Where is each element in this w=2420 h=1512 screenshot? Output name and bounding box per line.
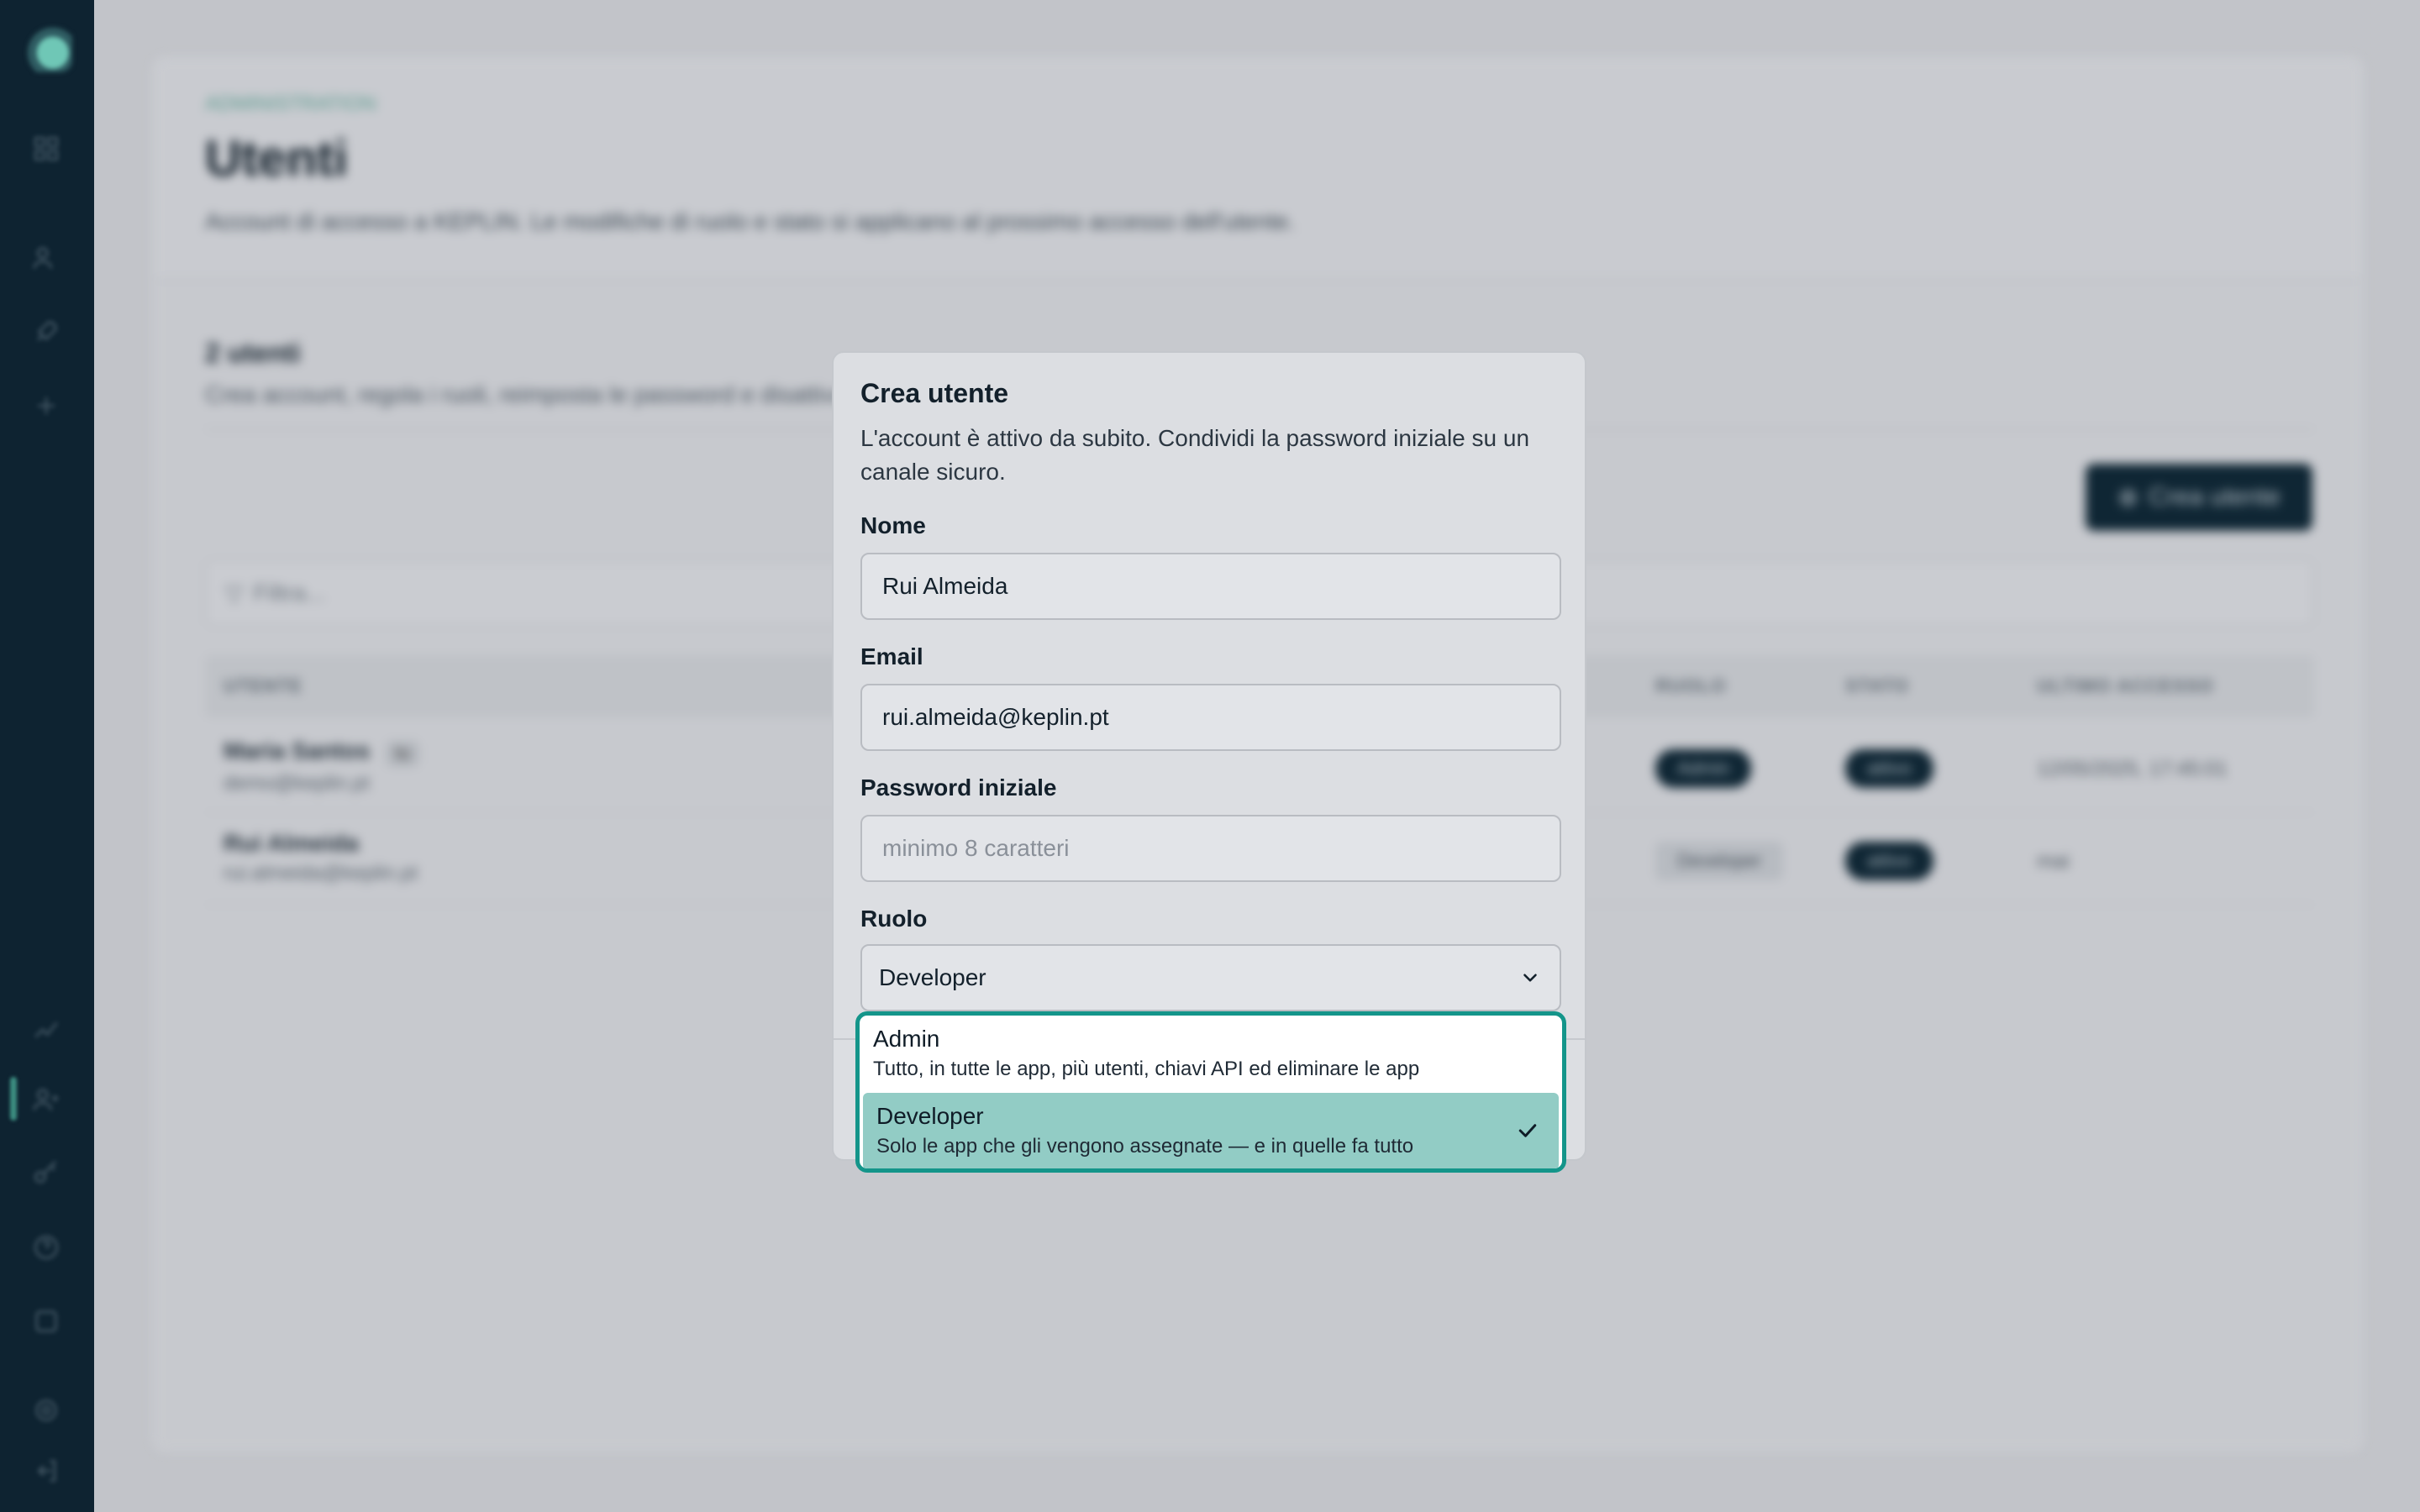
filter-icon: ▽ — [225, 580, 244, 606]
key-icon[interactable] — [32, 1159, 60, 1188]
add-user-icon: ⊕ — [2118, 483, 2139, 512]
user-name: Rui Almeida — [224, 830, 359, 856]
check-icon — [1518, 1124, 1537, 1137]
active-indicator — [10, 1077, 17, 1121]
column-status[interactable]: STATO — [1845, 675, 1909, 697]
page-subtitle: Account di accesso a KEPLIN. Le modifich… — [205, 208, 1296, 234]
role-option-admin[interactable]: Admin Tutto, in tutte le app, più utenti… — [860, 1016, 1562, 1093]
role-badge[interactable]: Developer — [1655, 842, 1784, 880]
status-badge[interactable]: attivo — [1845, 749, 1933, 788]
chevron-down-icon — [1523, 974, 1537, 982]
role-select[interactable]: Developer — [860, 944, 1561, 1011]
option-title: Admin — [873, 1026, 940, 1052]
gear-icon[interactable] — [32, 1396, 60, 1425]
you-badge: tu — [385, 741, 420, 767]
user-email: rui.almeida@keplin.pt — [224, 862, 418, 885]
column-last-login[interactable]: ULTIMO ACCESSO — [2037, 675, 2214, 697]
status-badge[interactable]: attivo — [1845, 842, 1933, 880]
role-select-value: Developer — [879, 964, 986, 990]
role-dropdown: Admin Tutto, in tutte le app, più utenti… — [855, 1011, 1566, 1173]
option-description: Tutto, in tutte le app, più utenti, chia… — [873, 1058, 1420, 1080]
name-input[interactable] — [860, 553, 1561, 620]
role-option-developer[interactable]: Developer Solo le app che gli vengono as… — [863, 1093, 1559, 1168]
user-name: Maria Santos — [224, 738, 371, 764]
breadcrumb[interactable]: ADMINISTRATION — [205, 92, 376, 116]
column-user[interactable]: UTENTE — [224, 675, 302, 697]
page-header: ADMINISTRATION Utenti Account di accesso… — [155, 59, 2361, 281]
logout-icon[interactable] — [32, 1457, 60, 1485]
settings-icon[interactable] — [32, 1307, 60, 1336]
email-label: Email — [860, 643, 923, 669]
password-label: Password iniziale — [860, 774, 1057, 801]
logo-icon[interactable] — [24, 24, 72, 72]
plus-icon[interactable] — [32, 391, 60, 420]
help-icon[interactable] — [32, 1233, 60, 1262]
last-login: mai — [2037, 850, 2070, 873]
role-badge[interactable]: Admin — [1655, 749, 1752, 788]
name-label: Nome — [860, 512, 926, 538]
user-email: demo@keplin.pt — [224, 772, 370, 795]
password-input[interactable] — [860, 815, 1561, 882]
grid-icon[interactable] — [32, 134, 60, 163]
rocket-icon[interactable] — [32, 318, 60, 346]
users-icon[interactable] — [32, 244, 60, 272]
section-title: 2 utenti — [205, 338, 301, 368]
create-user-label: Crea utente — [2149, 483, 2281, 511]
email-input[interactable] — [860, 684, 1561, 751]
chart-icon[interactable] — [32, 1013, 60, 1042]
sidebar — [0, 0, 94, 1512]
role-label: Ruolo — [860, 906, 928, 932]
option-title: Developer — [876, 1103, 984, 1129]
page-title: Utenti — [205, 130, 348, 186]
option-description: Solo le app che gli vengono assegnate — … — [876, 1135, 1414, 1158]
last-login: 12/05/2025, 17:45:01 — [2037, 758, 2228, 780]
create-user-button[interactable]: ⊕ Crea utente — [2086, 464, 2312, 531]
dialog-description: L'account è attivo da subito. Condividi … — [860, 425, 1530, 485]
users-admin-icon[interactable] — [32, 1085, 60, 1114]
dialog-title: Crea utente — [860, 378, 1009, 408]
column-role[interactable]: RUOLO — [1655, 675, 1726, 697]
filter-placeholder: Filtra... — [253, 580, 326, 606]
